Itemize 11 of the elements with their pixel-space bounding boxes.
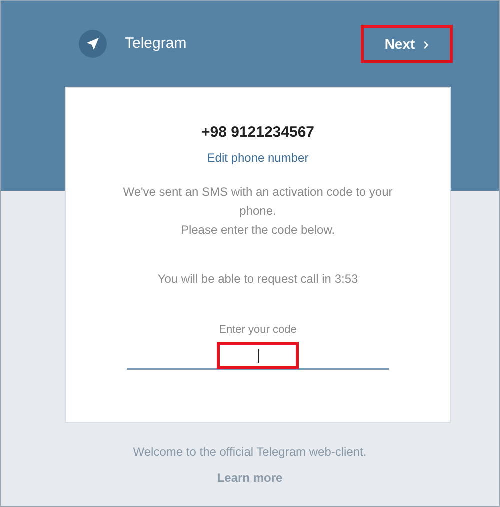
next-button[interactable]: Next › xyxy=(361,25,453,63)
code-field-label: Enter your code xyxy=(219,322,297,338)
learn-more-link[interactable]: Learn more xyxy=(217,469,283,487)
call-timer-text: You will be able to request call in 3:53 xyxy=(158,270,358,288)
welcome-text: Welcome to the official Telegram web-client. xyxy=(133,444,367,461)
instruction-text: We've sent an SMS with an activation code to your phone. xyxy=(123,184,393,220)
edit-phone-link[interactable]: Edit phone number xyxy=(207,148,309,166)
phone-number: +98 9121234567 xyxy=(201,123,315,143)
app-title: Telegram xyxy=(125,34,187,54)
instruction-text: Please enter the code below. xyxy=(180,222,336,238)
code-input-field[interactable] xyxy=(127,342,389,370)
